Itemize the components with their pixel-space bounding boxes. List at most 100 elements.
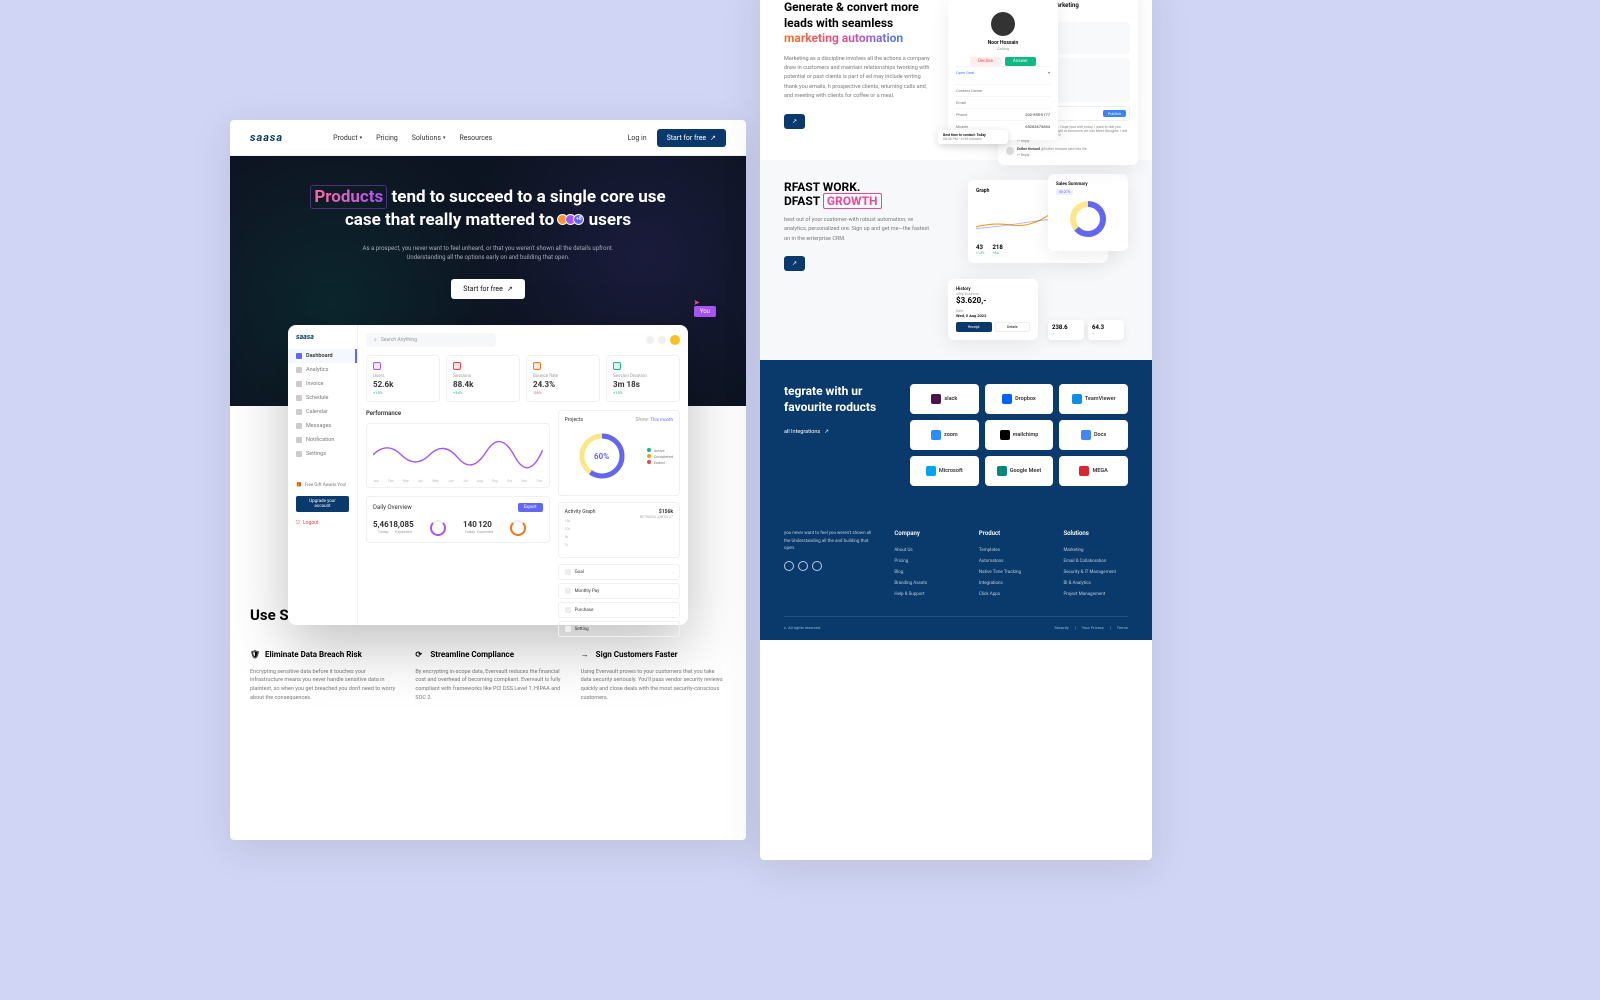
sidebar-item-dashboard[interactable]: Dashboard [288, 349, 357, 363]
sidebar-item-notification[interactable]: Notification [288, 433, 357, 447]
daily-overview-card: Daily Overview Export 5,461Today8,085Exp… [366, 496, 550, 543]
legal-link[interactable]: Security [1054, 625, 1068, 630]
deal-dropdown[interactable]: Open Deal▾ [956, 66, 1050, 78]
grid-icon [296, 353, 302, 359]
mail-icon[interactable] [646, 336, 654, 344]
receipt-button[interactable]: Receipt [956, 322, 992, 332]
integrations-title: tegrate with ur favourite roducts [784, 384, 894, 415]
sidebar-item-calendar[interactable]: Calendar [288, 405, 357, 419]
logout-button[interactable]: ⎋Logout [296, 520, 349, 526]
user-avatar[interactable] [670, 335, 680, 345]
footer-column: ProductTemplatesAutomatonsNative Time Tr… [979, 530, 1044, 600]
work-cta[interactable]: ↗ [784, 256, 805, 271]
stat-card: Sessions88.4k+34% [446, 355, 520, 402]
sidebar-item-invoice[interactable]: Invoice [288, 377, 357, 391]
mini-stat: 64.3↑ [1088, 320, 1124, 340]
arrow-icon: ↗ [507, 285, 513, 293]
hero-subtitle: As a prospect, you never want to feel un… [358, 244, 618, 263]
dashboard-logo: saasa [288, 333, 357, 349]
show-filter[interactable]: Show: This month [636, 417, 673, 423]
footer-link[interactable]: About Us [894, 545, 959, 556]
feature-card: 🛡Eliminate Data Breach RiskEncrypting se… [250, 650, 395, 703]
login-link[interactable]: Log in [628, 134, 647, 142]
integration-card[interactable]: Docs [1059, 420, 1128, 450]
social-icon[interactable] [784, 561, 794, 571]
integrations-link[interactable]: all Integrations↗ [784, 429, 894, 435]
footer-link[interactable]: Pricing [894, 556, 959, 567]
publish-button[interactable]: Publish [1103, 110, 1126, 117]
chart-icon [296, 367, 302, 373]
chevron-down-icon: ▾ [360, 135, 363, 141]
sidebar-item-schedule[interactable]: Schedule [288, 391, 357, 405]
calendar-icon [296, 409, 302, 415]
nav-solutions[interactable]: Solutions▾ [412, 134, 446, 142]
dashboard-sidebar: saasa Dashboard Analytics Invoice Schedu… [288, 325, 358, 625]
projects-donut: 60% [577, 431, 627, 481]
nav-pricing[interactable]: Pricing [376, 134, 398, 142]
dashboard-preview: saasa Dashboard Analytics Invoice Schedu… [288, 325, 688, 625]
footer: you never want to feel you weren't shown… [760, 510, 1152, 640]
footer-link[interactable]: Security & IT Management [1063, 567, 1128, 578]
sidebar-item-settings[interactable]: Settings [288, 447, 357, 461]
footer-link[interactable]: Project Management [1063, 589, 1128, 600]
bell-icon[interactable] [658, 336, 666, 344]
footer-link[interactable]: Automatons [979, 556, 1044, 567]
feature-icon: 🛡 [250, 650, 260, 660]
marketing-section: Generate & convert more leads with seaml… [760, 0, 1152, 160]
setting-row[interactable]: Purchase› [558, 602, 680, 618]
calendar-icon [296, 395, 302, 401]
nav-product[interactable]: Product▾ [333, 134, 362, 142]
gift-banner: 🎁Free Gift Awaits You! [296, 483, 349, 488]
mini-stat: 238.6↑ [1048, 320, 1084, 340]
footer-link[interactable]: Help & Support [894, 589, 959, 600]
marketing-title: Generate & convert more leads with seaml… [784, 0, 934, 47]
legal-link[interactable]: Terms [1117, 625, 1128, 630]
nav-menu: Product▾ Pricing Solutions▾ Resources [333, 134, 492, 142]
marketing-body: Marketing as a discipline involves all t… [784, 55, 934, 102]
answer-button[interactable]: Answer [1005, 57, 1036, 66]
social-icon[interactable] [798, 561, 808, 571]
footer-link[interactable]: Blog [894, 567, 959, 578]
integration-card[interactable]: Microsoft [910, 456, 979, 486]
sidebar-item-analytics[interactable]: Analytics [288, 363, 357, 377]
footer-link[interactable]: Native Time Tracking [979, 567, 1044, 578]
setting-row[interactable]: Setting› [558, 621, 680, 637]
details-button[interactable]: Details [995, 322, 1031, 332]
cta-start-free[interactable]: Start for free↗ [657, 129, 726, 147]
footer-link[interactable]: Email & Collaboration [1063, 556, 1128, 567]
footer-link[interactable]: Click Apps [979, 589, 1044, 600]
logo[interactable]: saasa [250, 131, 283, 144]
sidebar-item-messages[interactable]: Messages [288, 419, 357, 433]
integration-card[interactable]: TeamViewer [1059, 384, 1128, 414]
integration-card[interactable]: Dropbox [985, 384, 1054, 414]
daily-stat: 5,461Today [373, 520, 393, 536]
footer-link[interactable]: Marketing [1063, 545, 1128, 556]
search-input[interactable]: ⌕Search Anything [366, 333, 496, 347]
setting-row[interactable]: Monthly Pay› [558, 583, 680, 599]
footer-link[interactable]: BI & Analytics [1063, 578, 1128, 589]
integration-card[interactable]: mailchimp [985, 420, 1054, 450]
setting-row[interactable]: Goal› [558, 564, 680, 580]
hero-cta-button[interactable]: Start for free↗ [451, 279, 524, 299]
legal-link[interactable]: Your Privacy [1082, 625, 1104, 630]
projects-card: Projects Show: This month 60% ActiveComp… [558, 410, 680, 496]
footer-link[interactable]: Templates [979, 545, 1044, 556]
export-button[interactable]: Export [518, 503, 543, 512]
integration-card[interactable]: slack [910, 384, 979, 414]
footer-link[interactable]: Integrations [979, 578, 1044, 589]
footer-desc: you never want to feel you weren't shown… [784, 530, 874, 553]
integration-card[interactable]: MEGA [1059, 456, 1128, 486]
marketing-cta[interactable]: ↗ [784, 114, 805, 129]
integration-card[interactable]: zoom [910, 420, 979, 450]
footer-link[interactable]: Branding Assets [894, 578, 959, 589]
social-links [784, 561, 874, 571]
contact-field: Phone202-555-0177 [956, 108, 1050, 120]
stat-card: Users52.6k+15% [366, 355, 440, 402]
upgrade-button[interactable]: Upgrade your account [296, 496, 349, 512]
social-icon[interactable] [812, 561, 822, 571]
message-icon [296, 423, 302, 429]
nav-resources[interactable]: Resources [459, 134, 492, 142]
integration-card[interactable]: Google Meet [985, 456, 1054, 486]
you-label: You [694, 306, 716, 317]
decline-button[interactable]: Decline [970, 57, 1001, 66]
